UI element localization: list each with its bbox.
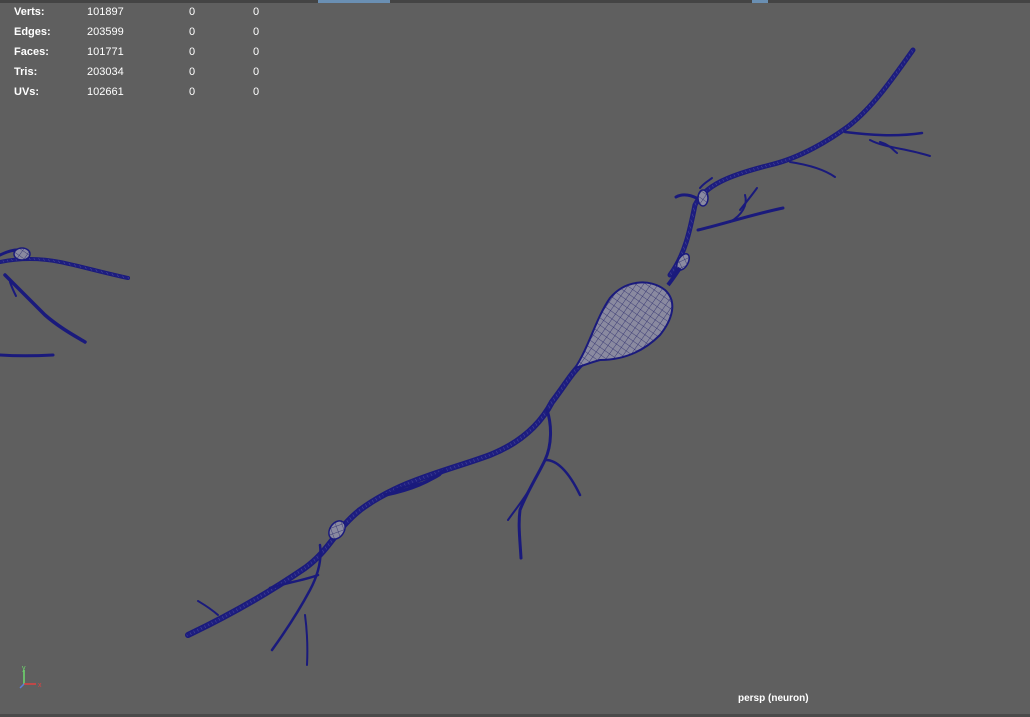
hud-uv-selected: 0 — [252, 6, 260, 18]
hud-count: 102661 — [87, 86, 124, 98]
hud-count: 203034 — [87, 66, 124, 78]
hud-uv-selected: 0 — [252, 26, 260, 38]
hud-label: Edges: — [14, 26, 51, 38]
hud-row-verts: Verts: 101897 0 0 — [14, 2, 274, 22]
camera-name-label: persp (neuron) — [738, 693, 809, 704]
hud-row-faces: Faces: 101771 0 0 — [14, 42, 274, 62]
hud-row-tris: Tris: 203034 0 0 — [14, 62, 274, 82]
hud-row-uvs: UVs: 102661 0 0 — [14, 82, 274, 102]
hud-label: Tris: — [14, 66, 38, 78]
hud-count: 203599 — [87, 26, 124, 38]
hud-uv-selected: 0 — [252, 86, 260, 98]
hud-label: Verts: — [14, 6, 45, 18]
hud-uv-selected: 0 — [252, 66, 260, 78]
hud-selected: 0 — [188, 6, 196, 18]
poly-count-hud: Verts: 101897 0 0 Edges: 203599 0 0 Face… — [14, 2, 274, 102]
perspective-viewport[interactable]: Verts: 101897 0 0 Edges: 203599 0 0 Face… — [0, 0, 1030, 717]
neuron-mesh[interactable] — [0, 0, 1030, 717]
axis-x-label: x — [38, 682, 42, 689]
hud-label: Faces: — [14, 46, 49, 58]
hud-row-edges: Edges: 203599 0 0 — [14, 22, 274, 42]
hud-label: UVs: — [14, 86, 40, 98]
hud-count: 101897 — [87, 6, 124, 18]
hud-selected: 0 — [188, 26, 196, 38]
hud-count: 101771 — [87, 46, 124, 58]
hud-selected: 0 — [188, 86, 196, 98]
axis-y-label: y — [22, 665, 26, 672]
hud-uv-selected: 0 — [252, 46, 260, 58]
axis-gizmo-icon: y x — [19, 665, 42, 689]
hud-selected: 0 — [188, 46, 196, 58]
hud-selected: 0 — [188, 66, 196, 78]
